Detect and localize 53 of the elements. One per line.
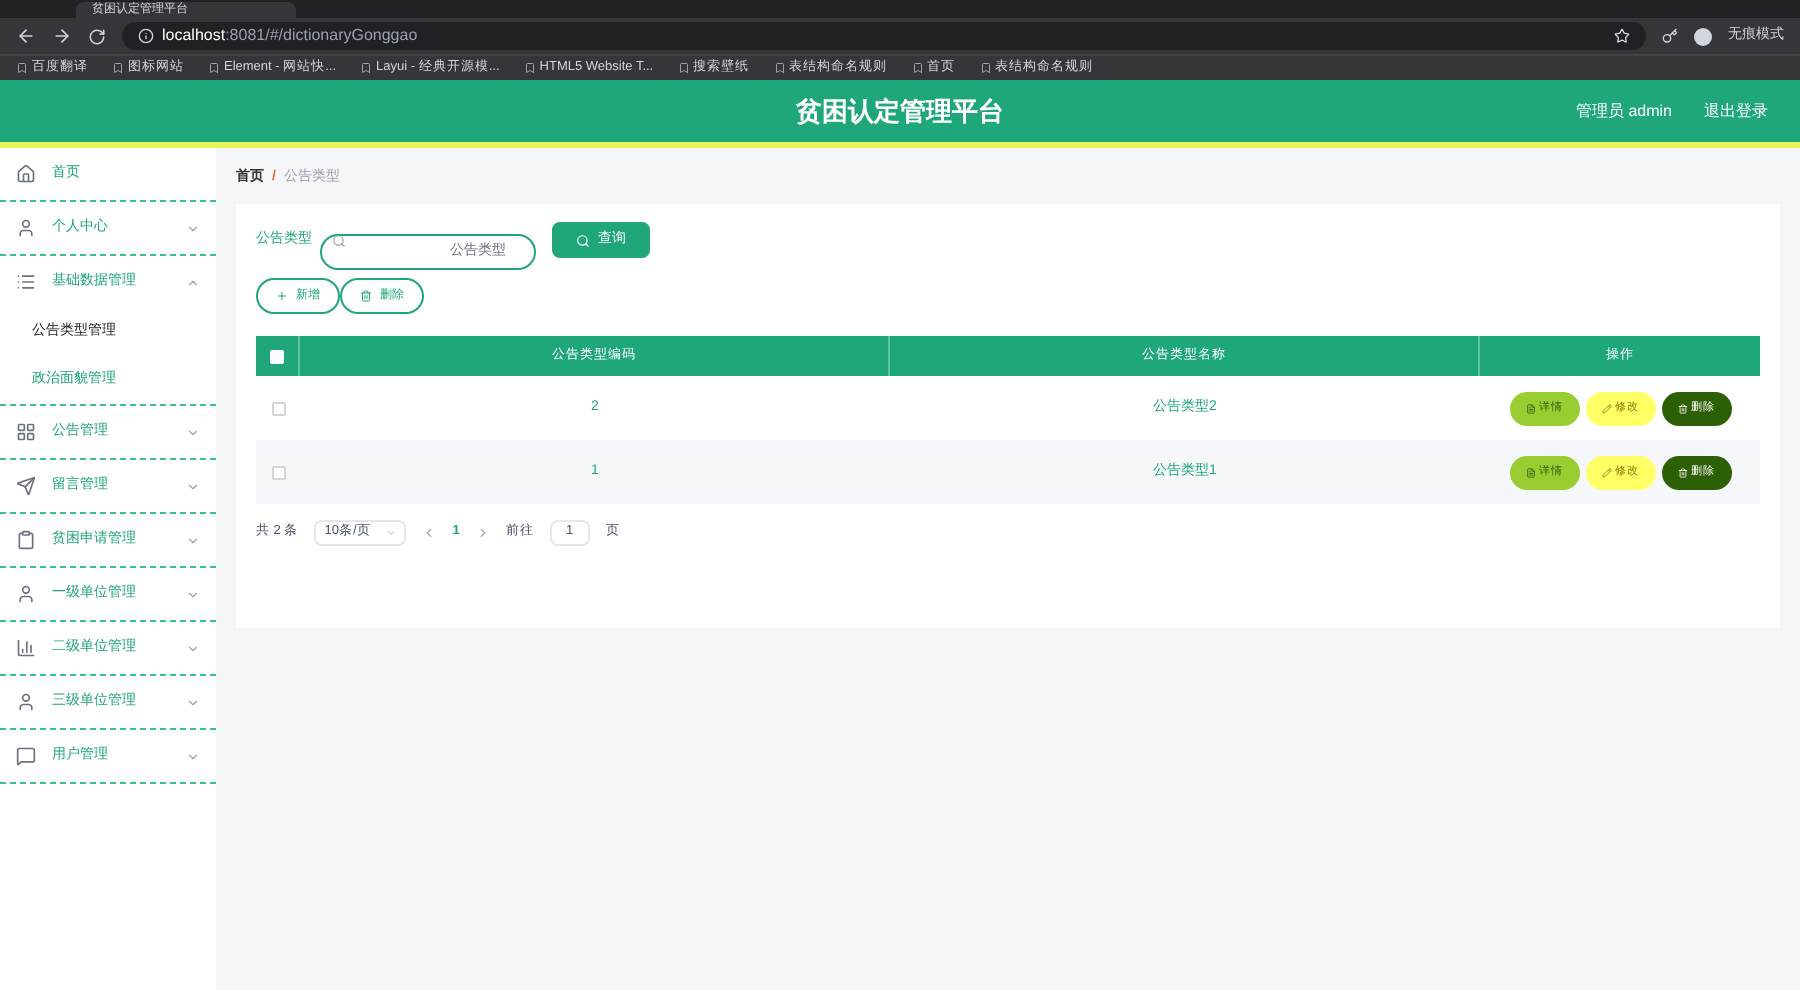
chevron-down-icon [186, 533, 200, 547]
bookmark-icon [208, 62, 220, 74]
chevron-down-icon [186, 425, 200, 439]
key-icon[interactable] [1662, 28, 1678, 44]
bookmark-icon [911, 62, 924, 74]
row-checkbox[interactable] [271, 401, 285, 415]
bookmark-icon [773, 62, 786, 74]
message-icon [16, 746, 36, 766]
info-icon [138, 28, 154, 44]
app-title: 贫困认定管理平台 [796, 93, 1004, 130]
list-icon [16, 272, 36, 292]
pencil-icon [1601, 467, 1611, 477]
profile-avatar[interactable] [1694, 27, 1712, 45]
chevron-down-icon [186, 587, 200, 601]
pencil-icon [1601, 403, 1611, 413]
chevron-down-icon [186, 641, 200, 655]
chevron-down-icon [186, 749, 200, 763]
bookmark-icon [523, 62, 536, 74]
file-icon [1525, 467, 1535, 477]
grid-icon [16, 422, 36, 442]
bookmark-icon [16, 62, 28, 74]
search-icon [576, 233, 590, 247]
user-icon [16, 692, 36, 712]
trash-icon [360, 290, 372, 302]
logout-link[interactable]: 退出登录 [1704, 99, 1768, 123]
user-label: 管理员 admin [1575, 99, 1672, 123]
home-icon [16, 164, 36, 184]
bookmark-icon [677, 62, 690, 74]
user-icon [16, 218, 36, 238]
back-icon[interactable] [16, 26, 36, 46]
star-icon[interactable] [1614, 28, 1630, 44]
chevron-down-icon [186, 479, 200, 493]
chevron-down-icon [186, 221, 200, 235]
chevron-down-icon [186, 695, 200, 709]
bookmark-icon [112, 62, 124, 74]
bookmark-icon [979, 62, 992, 74]
bar-chart-icon [16, 638, 36, 658]
trash-icon [1677, 467, 1687, 477]
trash-icon [1677, 403, 1687, 413]
row-checkbox[interactable] [271, 465, 285, 479]
user-icon [16, 584, 36, 604]
forward-icon[interactable] [52, 26, 72, 46]
header-checkbox[interactable] [270, 349, 284, 363]
plus-icon [276, 290, 288, 302]
paper-plane-icon [16, 476, 36, 496]
url-text: localhost:8081/#/dictionaryGonggao [162, 24, 418, 48]
address-bar[interactable]: localhost:8081/#/dictionaryGonggao [122, 22, 1646, 50]
clipboard-icon [16, 530, 36, 550]
bookmark-icon [360, 62, 373, 74]
search-icon [332, 233, 346, 247]
reload-icon[interactable] [88, 27, 106, 45]
file-icon [1525, 403, 1535, 413]
chevron-down-icon [386, 527, 397, 537]
